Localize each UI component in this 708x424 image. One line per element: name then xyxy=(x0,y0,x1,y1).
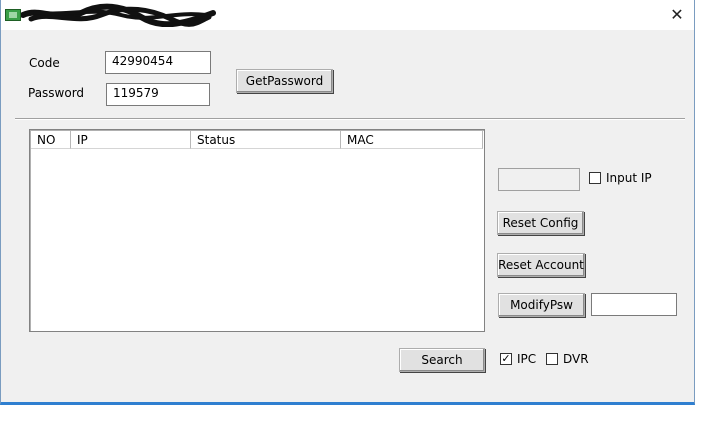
reset-account-button[interactable]: Reset Account xyxy=(497,253,585,277)
get-password-button[interactable]: GetPassword xyxy=(236,69,333,93)
separator-line xyxy=(15,118,685,120)
ipc-checkbox[interactable]: ✓ xyxy=(500,353,512,365)
app-icon xyxy=(5,9,21,21)
dvr-checkbox[interactable] xyxy=(546,353,558,365)
code-label: Code xyxy=(29,56,60,70)
close-icon[interactable]: ✕ xyxy=(659,2,695,28)
column-header-no[interactable]: NO xyxy=(31,131,71,149)
device-list[interactable]: NO IP Status MAC xyxy=(29,129,485,332)
column-header-status[interactable]: Status xyxy=(191,131,341,149)
ipc-label: IPC xyxy=(517,352,537,366)
dvr-label: DVR xyxy=(563,352,589,366)
title-bar: ✕ xyxy=(1,0,694,30)
password-field[interactable]: 119579 xyxy=(106,83,210,106)
modify-psw-button[interactable]: ModifyPsw xyxy=(498,293,585,317)
ip-field xyxy=(498,168,580,191)
input-ip-checkbox[interactable] xyxy=(589,172,601,184)
code-field[interactable]: 42990454 xyxy=(105,51,211,74)
password-label: Password xyxy=(28,86,85,100)
device-list-header: NO IP Status MAC xyxy=(31,131,483,149)
new-password-field[interactable] xyxy=(591,293,677,316)
column-header-ip[interactable]: IP xyxy=(71,131,191,149)
column-header-mac[interactable]: MAC xyxy=(341,131,483,149)
input-ip-label: Input IP xyxy=(606,171,652,185)
main-window: ✕ Code 42990454 Password 119579 GetPassw… xyxy=(0,0,695,405)
redacted-title-scribble xyxy=(21,3,216,27)
search-button[interactable]: Search xyxy=(399,348,485,372)
reset-config-button[interactable]: Reset Config xyxy=(497,211,584,235)
